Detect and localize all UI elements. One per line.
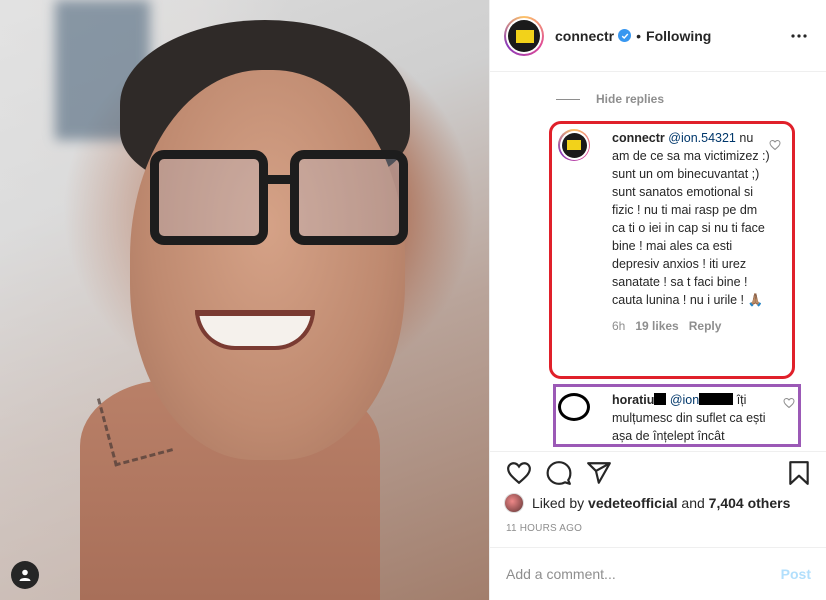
following-button[interactable]: Following <box>646 28 711 44</box>
photo-glasses-left <box>150 150 268 245</box>
reply-item: horatiu @ion îți mulțumesc din suflet ca… <box>558 391 803 445</box>
more-options-button[interactable] <box>789 26 809 46</box>
bookmark-icon[interactable] <box>786 460 812 486</box>
reply-likes[interactable]: 19 likes <box>635 317 678 335</box>
post-side-panel: connectr • Following Hide replies connec… <box>489 0 826 600</box>
reply-mention[interactable]: @ion <box>670 393 699 407</box>
photo-face <box>130 70 405 460</box>
reply-item: connectr @ion.54321 nu am de ce sa ma vi… <box>558 129 813 335</box>
liked-by-avatar[interactable] <box>504 493 524 513</box>
reply-username[interactable]: horatiu <box>612 393 654 407</box>
post-header: connectr • Following <box>490 0 826 72</box>
comment-input[interactable] <box>506 566 781 582</box>
liked-by-user[interactable]: vedeteofficial <box>588 495 677 511</box>
photo-glasses-bridge <box>266 175 294 184</box>
comment-icon[interactable] <box>546 460 572 486</box>
heart-icon[interactable] <box>506 460 532 486</box>
add-comment-bar: Post <box>490 547 826 600</box>
reply-text: nu am de ce sa ma victimizez :) sunt un … <box>612 131 770 307</box>
reply-age[interactable]: 6h <box>612 317 625 335</box>
liked-by-count[interactable]: 7,404 others <box>709 495 791 511</box>
liked-by-summary: Liked by vedeteofficial and 7,404 others <box>504 493 790 513</box>
reply-username[interactable]: connectr <box>612 131 665 145</box>
reply-body: horatiu @ion îți mulțumesc din suflet ca… <box>612 391 787 445</box>
redaction-block <box>699 393 734 405</box>
user-tag-button[interactable] <box>11 561 39 589</box>
verified-badge-icon <box>618 29 632 42</box>
header-separator: • <box>636 27 642 44</box>
liked-by-prefix: Liked by <box>532 495 585 511</box>
user-tag-icon <box>19 569 31 581</box>
liked-by-and: and <box>681 495 705 511</box>
redaction-block <box>654 393 667 405</box>
share-icon[interactable] <box>586 460 612 486</box>
reply-body: connectr @ion.54321 nu am de ce sa ma vi… <box>612 129 772 335</box>
author-username[interactable]: connectr <box>555 28 614 44</box>
hide-replies-line <box>556 98 580 100</box>
reply-button[interactable]: Reply <box>689 317 722 335</box>
post-photo[interactable] <box>0 0 489 600</box>
reply-avatar-redacted[interactable] <box>558 393 590 421</box>
photo-glasses-right <box>290 150 408 245</box>
small-heart-icon[interactable] <box>783 397 795 409</box>
more-options-icon <box>791 34 807 38</box>
post-actions <box>490 451 826 491</box>
comments-list[interactable]: Hide replies connectr @ion.54321 nu am d… <box>490 73 826 451</box>
post-comment-button[interactable]: Post <box>781 566 811 582</box>
small-heart-icon[interactable] <box>769 139 781 151</box>
hide-replies-button[interactable]: Hide replies <box>556 92 664 106</box>
reply-meta: 6h 19 likes Reply <box>612 317 772 335</box>
reply-avatar[interactable] <box>558 129 590 161</box>
reply-mention[interactable]: @ion.54321 <box>668 131 736 145</box>
post-timestamp[interactable]: 11 HOURS AGO <box>506 523 582 534</box>
author-avatar[interactable] <box>504 15 544 56</box>
hide-replies-label: Hide replies <box>596 92 665 106</box>
